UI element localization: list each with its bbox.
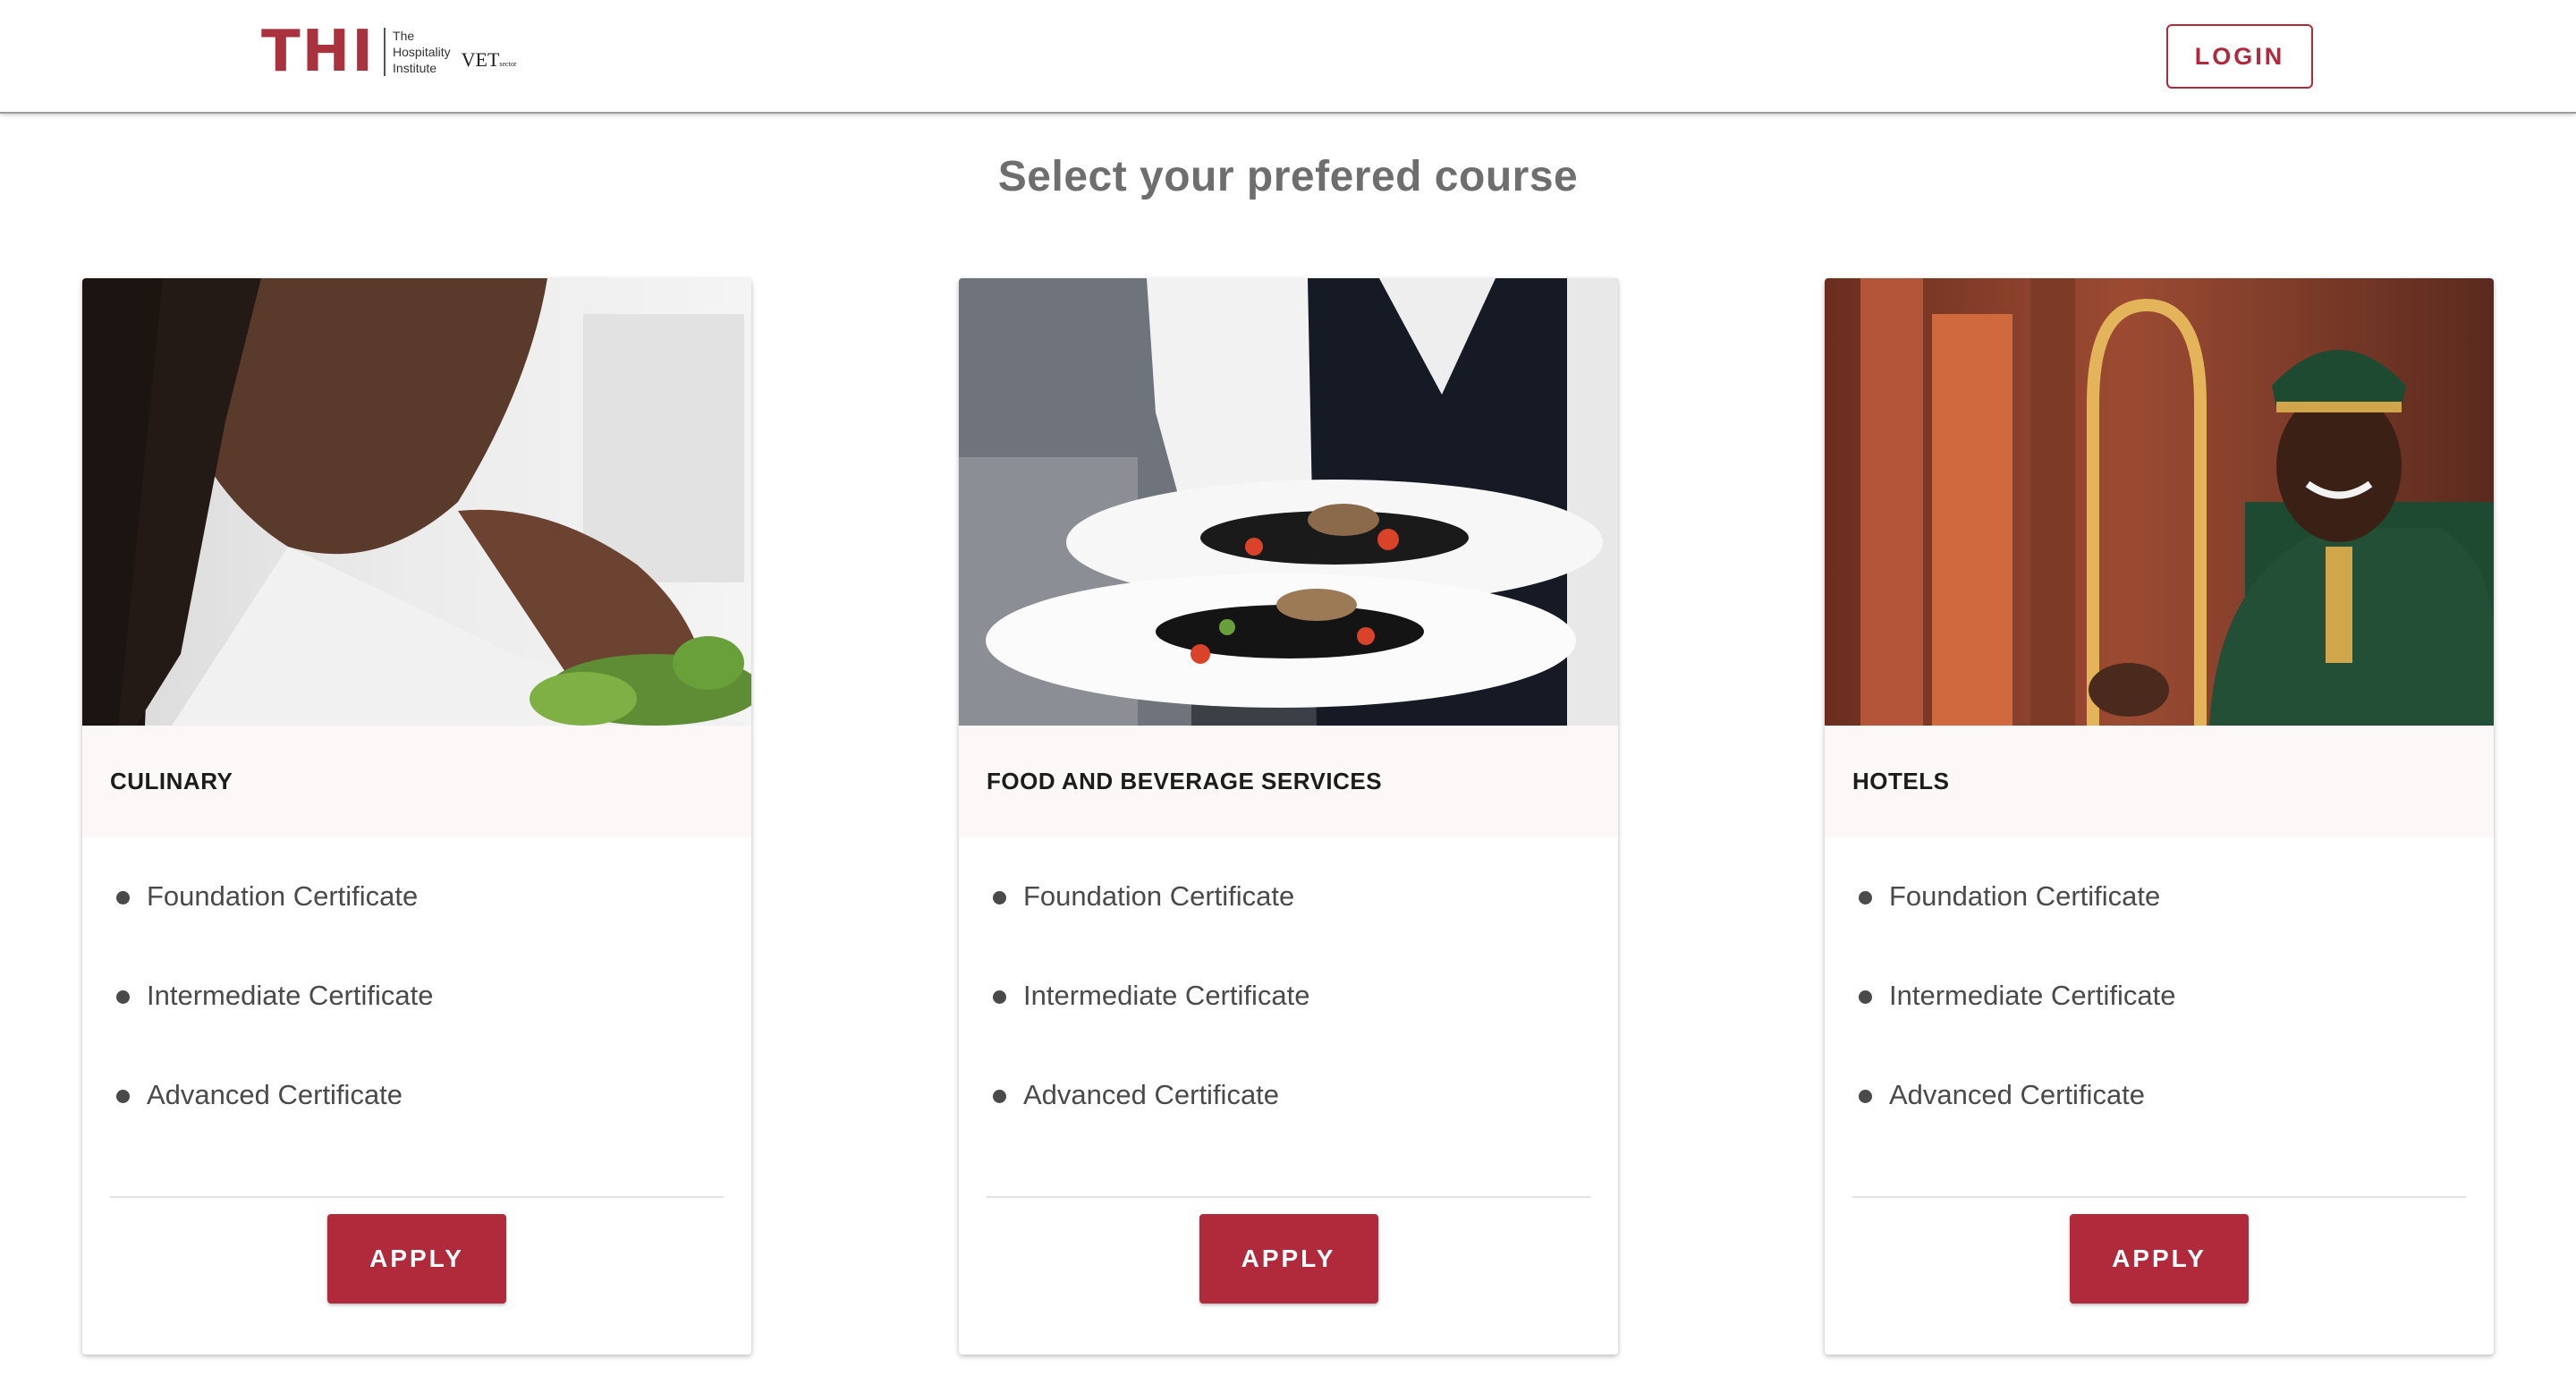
certificate-item: Advanced Certificate <box>987 1045 1590 1144</box>
course-image-culinary <box>82 278 751 726</box>
certificate-label: Intermediate Certificate <box>147 979 434 1011</box>
certificate-label: Intermediate Certificate <box>1023 979 1310 1011</box>
course-title: HOTELS <box>1825 726 2494 837</box>
course-card-culinary: CULINARY Foundation Certificate Intermed… <box>82 278 751 1355</box>
certificate-item: Intermediate Certificate <box>1852 946 2466 1045</box>
certificate-label: Advanced Certificate <box>1889 1078 2146 1110</box>
certificate-label: Foundation Certificate <box>1023 879 1295 912</box>
partner-logo-small: sector <box>499 60 517 68</box>
bullet-icon <box>116 891 130 905</box>
certificate-list: Foundation Certificate Intermediate Cert… <box>1825 846 2494 1144</box>
course-image-hotels <box>1825 278 2494 726</box>
certificate-label: Advanced Certificate <box>147 1078 403 1110</box>
page-title: Select your prefered course <box>997 153 1579 200</box>
bullet-icon <box>1859 1090 1872 1103</box>
logo-line-1: The <box>393 29 415 43</box>
certificate-label: Foundation Certificate <box>1889 879 2161 912</box>
partner-logo: VETsector <box>462 48 517 72</box>
logo-line-2: Hospitality <box>393 45 451 59</box>
card-divider <box>1852 1196 2466 1198</box>
certificate-label: Advanced Certificate <box>1023 1078 1280 1110</box>
certificate-item: Advanced Certificate <box>1852 1045 2466 1144</box>
logo-line-3: Institute <box>393 61 437 75</box>
certificate-list: Foundation Certificate Intermediate Cert… <box>82 846 751 1144</box>
bullet-icon <box>1859 990 1872 1004</box>
logo-mark: THI <box>261 19 376 85</box>
certificate-item: Intermediate Certificate <box>987 946 1590 1045</box>
bullet-icon <box>1859 891 1872 905</box>
certificate-item: Foundation Certificate <box>1852 846 2466 946</box>
card-divider <box>110 1196 724 1198</box>
bullet-icon <box>993 990 1006 1004</box>
bullet-icon <box>116 990 130 1004</box>
course-title: CULINARY <box>82 726 751 837</box>
course-title: FOOD AND BEVERAGE SERVICES <box>959 726 1618 837</box>
certificate-item: Foundation Certificate <box>110 846 724 946</box>
certificate-item: Intermediate Certificate <box>110 946 724 1045</box>
logo-wordmark: The Hospitality Institute <box>393 28 451 76</box>
thi-logo[interactable]: THI The Hospitality Institute VETsector <box>261 19 517 85</box>
apply-button-food-beverage[interactable]: APPLY <box>1199 1214 1378 1304</box>
certificate-item: Foundation Certificate <box>987 846 1590 946</box>
login-button[interactable]: LOGIN <box>2166 24 2313 89</box>
apply-button-culinary[interactable]: APPLY <box>327 1214 506 1304</box>
certificate-label: Foundation Certificate <box>147 879 419 912</box>
bullet-icon <box>116 1090 130 1103</box>
partner-logo-text: VET <box>461 48 500 71</box>
certificate-label: Intermediate Certificate <box>1889 979 2176 1011</box>
bullet-icon <box>993 1090 1006 1103</box>
bullet-icon <box>993 891 1006 905</box>
course-card-hotels: HOTELS Foundation Certificate Intermedia… <box>1825 278 2494 1355</box>
logo-divider <box>384 28 386 76</box>
certificate-list: Foundation Certificate Intermediate Cert… <box>959 846 1618 1144</box>
top-navigation-bar: THI The Hospitality Institute VETsector … <box>0 0 2576 114</box>
certificate-item: Advanced Certificate <box>110 1045 724 1144</box>
course-card-food-beverage: FOOD AND BEVERAGE SERVICES Foundation Ce… <box>959 278 1618 1355</box>
apply-button-hotels[interactable]: APPLY <box>2070 1214 2249 1304</box>
card-divider <box>987 1196 1590 1198</box>
course-image-food-beverage <box>959 278 1618 726</box>
